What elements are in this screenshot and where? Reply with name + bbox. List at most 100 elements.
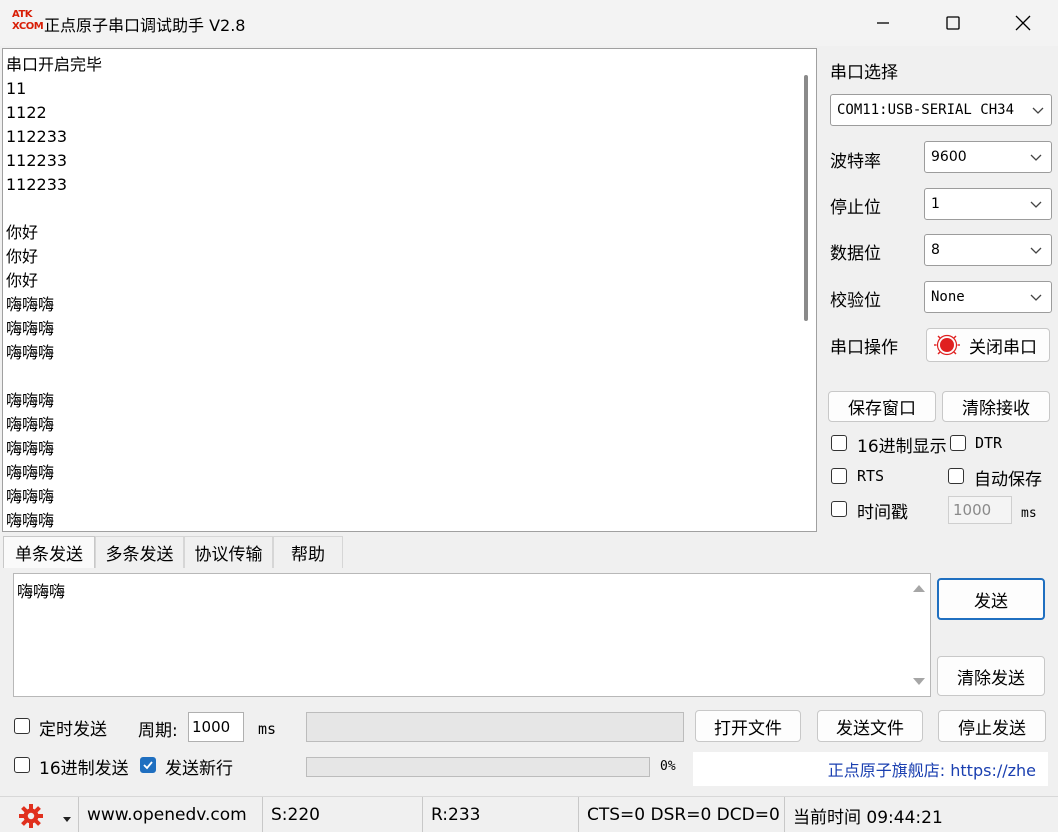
receive-line: 你好 [6,247,39,266]
port-select-value: COM11:USB-SERIAL CH34 [837,102,1015,118]
minimize-icon [877,22,889,24]
baud-label: 波特率 [830,152,881,172]
receive-line: 嗨嗨嗨 [6,295,55,314]
current-time: 当前时间 09:44:21 [784,797,1058,832]
hex-display-checkbox[interactable] [831,435,847,451]
chevron-down-icon[interactable] [62,809,72,828]
baud-select[interactable]: 9600 [924,141,1052,173]
send-file-button[interactable]: 发送文件 [817,710,923,742]
close-icon [1015,15,1031,31]
save-window-button[interactable]: 保存窗口 [828,391,936,422]
timed-send-label: 定时发送 [39,720,107,740]
gear-menu-button[interactable] [18,803,44,832]
receive-line: 嗨嗨嗨 [6,415,55,434]
chevron-down-icon [1030,154,1042,161]
dtr-checkbox[interactable] [950,435,966,451]
receive-line [6,197,791,221]
title-bar: ATK XCOM 正点原子串口调试助手 V2.8 [0,0,1058,46]
website-link[interactable]: www.openedv.com [78,797,260,832]
tab-multi-send[interactable]: 多条发送 [95,536,184,568]
timestamp-ms-label: ms [1021,506,1037,521]
sent-count: S:220 [262,797,422,832]
clear-send-button[interactable]: 清除发送 [937,656,1045,696]
receive-line: 嗨嗨嗨 [6,511,55,530]
period-label: 周期: [138,721,178,741]
send-progress-bar [306,757,650,777]
dtr-label: DTR [975,434,1003,452]
databits-value: 8 [931,242,940,258]
logo-bottom-text: XCOM [12,21,44,32]
parity-value: None [931,289,965,305]
port-select-label: 串口选择 [830,63,898,83]
clear-receive-button[interactable]: 清除接收 [942,391,1050,422]
receive-line [6,365,791,389]
port-status-icon [934,334,960,356]
receive-line: 你好 [6,223,39,242]
tab-protocol[interactable]: 协议传输 [184,536,273,568]
progress-percent: 0% [660,759,676,774]
close-port-button[interactable]: 关闭串口 [926,328,1050,362]
status-bar: www.openedv.com S:220 R:233 CTS=0 DSR=0 … [0,796,1058,832]
scroll-up-icon[interactable] [908,578,930,598]
receive-line: 1122 [6,103,47,122]
parity-select[interactable]: None [924,281,1052,313]
window-title: 正点原子串口调试助手 V2.8 [44,16,246,35]
chevron-down-icon [1030,247,1042,254]
close-port-label: 关闭串口 [969,337,1037,358]
timed-send-checkbox[interactable] [14,718,30,734]
receive-textarea[interactable]: 串口开启完毕 11 1122 112233 112233 112233 你好 你好 你好 嗨嗨嗨嗨… [2,48,817,532]
stop-send-button[interactable]: 停止发送 [938,710,1046,742]
received-count: R:233 [422,797,578,832]
chevron-down-icon [1030,201,1042,208]
close-button[interactable] [988,0,1058,46]
receive-line: 嗨嗨嗨 [6,319,55,338]
signal-status: CTS=0 DSR=0 DCD=0 [578,797,782,832]
databits-select[interactable]: 8 [924,234,1052,266]
receive-line: 112233 [6,151,68,170]
receive-line: 串口开启完毕 [6,55,103,74]
receive-line: 嗨嗨嗨 [6,343,55,362]
receive-scrollbar[interactable] [804,75,808,321]
receive-lines: 串口开启完毕 11 1122 112233 112233 112233 你好 你好 你好 嗨嗨嗨嗨… [6,53,791,533]
chevron-down-icon [1032,107,1044,114]
send-newline-checkbox[interactable] [140,757,156,773]
auto-save-checkbox[interactable] [948,468,964,484]
period-input[interactable]: 1000 [188,712,244,742]
store-link[interactable]: 正点原子旗舰店: https://zhe [693,752,1048,786]
hex-send-checkbox[interactable] [14,757,30,773]
receive-line: 你好 [6,271,39,290]
parity-label: 校验位 [830,291,881,311]
send-button[interactable]: 发送 [937,578,1045,620]
hex-display-label: 16进制显示 [857,437,947,457]
send-textarea[interactable]: 嗨嗨嗨 [13,573,931,697]
port-select[interactable]: COM11:USB-SERIAL CH34 [830,94,1052,126]
scroll-down-icon[interactable] [908,672,930,692]
stopbits-select[interactable]: 1 [924,188,1052,220]
timestamp-checkbox[interactable] [831,501,847,517]
send-scrollbar[interactable] [908,574,930,696]
tab-help[interactable]: 帮助 [273,536,343,568]
send-newline-label: 发送新行 [165,759,233,779]
rts-checkbox[interactable] [831,468,847,484]
app-logo: ATK XCOM [12,9,44,35]
receive-line: 嗨嗨嗨 [6,463,55,482]
chevron-down-icon [1030,294,1042,301]
gear-icon [19,804,43,828]
logo-top-text: ATK [12,9,33,20]
receive-line: 嗨嗨嗨 [6,487,55,506]
checkmark-icon [143,761,153,770]
receive-line: 112233 [6,127,68,146]
open-file-button[interactable]: 打开文件 [695,710,801,742]
tab-single-send[interactable]: 单条发送 [3,536,95,568]
receive-line: 嗨嗨嗨 [6,391,55,410]
send-text: 嗨嗨嗨 [17,582,66,601]
receive-line: 112233 [6,175,68,194]
maximize-button[interactable] [918,0,988,46]
minimize-button[interactable] [848,0,918,46]
file-path-field[interactable] [306,712,684,742]
timestamp-label: 时间戳 [857,503,908,523]
auto-save-label: 自动保存 [974,470,1042,490]
timestamp-input[interactable]: 1000 [948,496,1012,524]
receive-line: 嗨嗨嗨 [6,439,55,458]
period-ms-label: ms [258,720,277,738]
